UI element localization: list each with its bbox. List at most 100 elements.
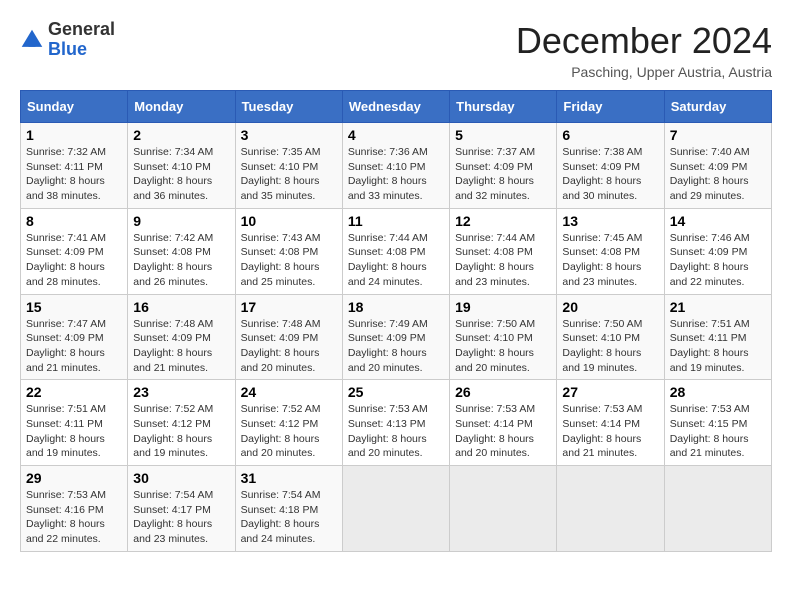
calendar-day-cell: 15Sunrise: 7:47 AMSunset: 4:09 PMDayligh… (21, 294, 128, 380)
day-number: 23 (133, 384, 229, 400)
day-info: Sunrise: 7:53 AMSunset: 4:14 PMDaylight:… (562, 403, 642, 459)
day-info: Sunrise: 7:43 AMSunset: 4:08 PMDaylight:… (241, 232, 321, 288)
calendar-day-cell: 6Sunrise: 7:38 AMSunset: 4:09 PMDaylight… (557, 123, 664, 209)
day-number: 29 (26, 470, 122, 486)
weekday-header-wednesday: Wednesday (342, 91, 449, 123)
day-info: Sunrise: 7:44 AMSunset: 4:08 PMDaylight:… (455, 232, 535, 288)
calendar-week-row: 29 Sunrise: 7:53 AMSunset: 4:16 PMDayligh… (21, 466, 772, 552)
day-info: Sunrise: 7:34 AMSunset: 4:10 PMDaylight:… (133, 146, 213, 202)
day-number: 1 (26, 127, 122, 143)
calendar-day-cell: 25 Sunrise: 7:53 AMSunset: 4:13 PMDayligh… (342, 380, 449, 466)
weekday-header-row: SundayMondayTuesdayWednesdayThursdayFrid… (21, 91, 772, 123)
day-number: 12 (455, 213, 551, 229)
day-number: 3 (241, 127, 337, 143)
calendar-day-cell: 20 Sunrise: 7:50 AMSunset: 4:10 PMDayligh… (557, 294, 664, 380)
day-number: 16 (133, 299, 229, 315)
day-number: 20 (562, 299, 658, 315)
calendar-day-cell: 27 Sunrise: 7:53 AMSunset: 4:14 PMDayligh… (557, 380, 664, 466)
calendar-day-cell: 19 Sunrise: 7:50 AMSunset: 4:10 PMDayligh… (450, 294, 557, 380)
day-info: Sunrise: 7:52 AMSunset: 4:12 PMDaylight:… (133, 403, 213, 459)
calendar-week-row: 8Sunrise: 7:41 AMSunset: 4:09 PMDaylight… (21, 208, 772, 294)
day-number: 17 (241, 299, 337, 315)
title-block: December 2024 Pasching, Upper Austria, A… (516, 20, 772, 80)
calendar-day-cell (557, 466, 664, 552)
calendar-day-cell: 4 Sunrise: 7:36 AMSunset: 4:10 PMDaylight… (342, 123, 449, 209)
calendar-day-cell: 29 Sunrise: 7:53 AMSunset: 4:16 PMDayligh… (21, 466, 128, 552)
calendar-day-cell: 2 Sunrise: 7:34 AMSunset: 4:10 PMDaylight… (128, 123, 235, 209)
day-info: Sunrise: 7:47 AMSunset: 4:09 PMDaylight:… (26, 318, 106, 374)
calendar-day-cell: 10 Sunrise: 7:43 AMSunset: 4:08 PMDayligh… (235, 208, 342, 294)
day-info: Sunrise: 7:38 AMSunset: 4:09 PMDaylight:… (562, 146, 642, 202)
day-number: 21 (670, 299, 766, 315)
calendar-day-cell: 17 Sunrise: 7:48 AMSunset: 4:09 PMDayligh… (235, 294, 342, 380)
calendar-day-cell: 7 Sunrise: 7:40 AMSunset: 4:09 PMDaylight… (664, 123, 771, 209)
calendar-day-cell: 22Sunrise: 7:51 AMSunset: 4:11 PMDayligh… (21, 380, 128, 466)
calendar-week-row: 1 Sunrise: 7:32 AMSunset: 4:11 PMDaylight… (21, 123, 772, 209)
calendar-day-cell: 13Sunrise: 7:45 AMSunset: 4:08 PMDayligh… (557, 208, 664, 294)
calendar-day-cell: 21 Sunrise: 7:51 AMSunset: 4:11 PMDayligh… (664, 294, 771, 380)
day-info: Sunrise: 7:37 AMSunset: 4:09 PMDaylight:… (455, 146, 535, 202)
day-info: Sunrise: 7:35 AMSunset: 4:10 PMDaylight:… (241, 146, 321, 202)
calendar-day-cell: 31 Sunrise: 7:54 AMSunset: 4:18 PMDayligh… (235, 466, 342, 552)
logo-icon (20, 28, 44, 52)
calendar-day-cell: 3 Sunrise: 7:35 AMSunset: 4:10 PMDaylight… (235, 123, 342, 209)
logo-blue-text: Blue (48, 39, 87, 59)
day-info: Sunrise: 7:50 AMSunset: 4:10 PMDaylight:… (562, 318, 642, 374)
calendar-day-cell: 5 Sunrise: 7:37 AMSunset: 4:09 PMDaylight… (450, 123, 557, 209)
day-info: Sunrise: 7:48 AMSunset: 4:09 PMDaylight:… (133, 318, 213, 374)
calendar-day-cell: 28 Sunrise: 7:53 AMSunset: 4:15 PMDayligh… (664, 380, 771, 466)
day-info: Sunrise: 7:54 AMSunset: 4:17 PMDaylight:… (133, 489, 213, 545)
calendar-day-cell: 24 Sunrise: 7:52 AMSunset: 4:12 PMDayligh… (235, 380, 342, 466)
day-number: 4 (348, 127, 444, 143)
location-subtitle: Pasching, Upper Austria, Austria (516, 64, 772, 80)
calendar-day-cell: 16 Sunrise: 7:48 AMSunset: 4:09 PMDayligh… (128, 294, 235, 380)
calendar-day-cell: 9Sunrise: 7:42 AMSunset: 4:08 PMDaylight… (128, 208, 235, 294)
day-info: Sunrise: 7:32 AMSunset: 4:11 PMDaylight:… (26, 146, 106, 202)
day-number: 11 (348, 213, 444, 229)
logo: General Blue (20, 20, 115, 60)
day-number: 5 (455, 127, 551, 143)
day-number: 2 (133, 127, 229, 143)
day-info: Sunrise: 7:48 AMSunset: 4:09 PMDaylight:… (241, 318, 321, 374)
day-info: Sunrise: 7:46 AMSunset: 4:09 PMDaylight:… (670, 232, 750, 288)
weekday-header-thursday: Thursday (450, 91, 557, 123)
day-info: Sunrise: 7:44 AMSunset: 4:08 PMDaylight:… (348, 232, 428, 288)
calendar-day-cell: 30 Sunrise: 7:54 AMSunset: 4:17 PMDayligh… (128, 466, 235, 552)
calendar-table: SundayMondayTuesdayWednesdayThursdayFrid… (20, 90, 772, 552)
day-number: 27 (562, 384, 658, 400)
day-info: Sunrise: 7:53 AMSunset: 4:16 PMDaylight:… (26, 489, 106, 545)
day-info: Sunrise: 7:51 AMSunset: 4:11 PMDaylight:… (670, 318, 750, 374)
page-header: General Blue December 2024 Pasching, Upp… (20, 20, 772, 80)
day-number: 18 (348, 299, 444, 315)
calendar-day-cell (342, 466, 449, 552)
day-number: 25 (348, 384, 444, 400)
day-info: Sunrise: 7:49 AMSunset: 4:09 PMDaylight:… (348, 318, 428, 374)
calendar-day-cell: 26Sunrise: 7:53 AMSunset: 4:14 PMDayligh… (450, 380, 557, 466)
day-info: Sunrise: 7:54 AMSunset: 4:18 PMDaylight:… (241, 489, 321, 545)
weekday-header-saturday: Saturday (664, 91, 771, 123)
day-info: Sunrise: 7:45 AMSunset: 4:08 PMDaylight:… (562, 232, 642, 288)
day-info: Sunrise: 7:50 AMSunset: 4:10 PMDaylight:… (455, 318, 535, 374)
day-info: Sunrise: 7:52 AMSunset: 4:12 PMDaylight:… (241, 403, 321, 459)
day-number: 24 (241, 384, 337, 400)
day-info: Sunrise: 7:42 AMSunset: 4:08 PMDaylight:… (133, 232, 213, 288)
day-info: Sunrise: 7:53 AMSunset: 4:15 PMDaylight:… (670, 403, 750, 459)
day-info: Sunrise: 7:36 AMSunset: 4:10 PMDaylight:… (348, 146, 428, 202)
calendar-day-cell: 18 Sunrise: 7:49 AMSunset: 4:09 PMDayligh… (342, 294, 449, 380)
day-info: Sunrise: 7:41 AMSunset: 4:09 PMDaylight:… (26, 232, 106, 288)
day-info: Sunrise: 7:53 AMSunset: 4:13 PMDaylight:… (348, 403, 428, 459)
day-info: Sunrise: 7:40 AMSunset: 4:09 PMDaylight:… (670, 146, 750, 202)
day-number: 7 (670, 127, 766, 143)
calendar-day-cell (450, 466, 557, 552)
day-number: 31 (241, 470, 337, 486)
weekday-header-tuesday: Tuesday (235, 91, 342, 123)
weekday-header-monday: Monday (128, 91, 235, 123)
day-info: Sunrise: 7:51 AMSunset: 4:11 PMDaylight:… (26, 403, 106, 459)
day-number: 28 (670, 384, 766, 400)
day-number: 10 (241, 213, 337, 229)
logo-general-text: General (48, 19, 115, 39)
day-number: 30 (133, 470, 229, 486)
day-number: 19 (455, 299, 551, 315)
calendar-day-cell: 1 Sunrise: 7:32 AMSunset: 4:11 PMDaylight… (21, 123, 128, 209)
day-number: 26 (455, 384, 551, 400)
